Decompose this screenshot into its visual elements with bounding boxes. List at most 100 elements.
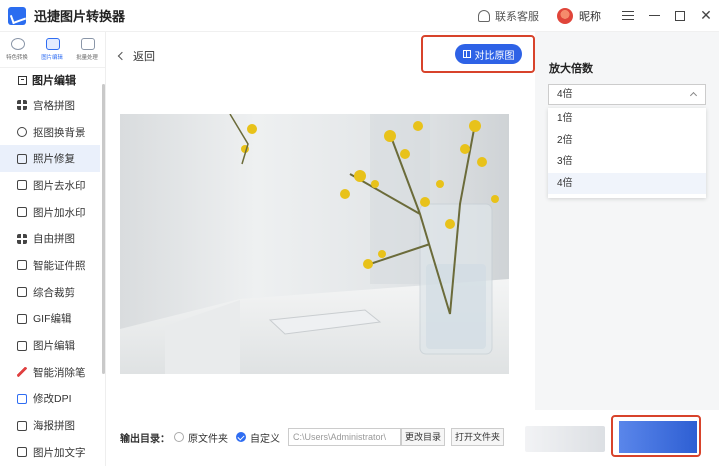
preview-photo <box>120 114 509 374</box>
sidebar-item-label: 图片加文字 <box>33 446 86 459</box>
compare-label: 对比原图 <box>474 50 515 62</box>
radio-custom-folder[interactable] <box>236 432 246 442</box>
sidebar-item-label: 宫格拼图 <box>33 99 75 112</box>
nickname-label[interactable]: 昵称 <box>579 8 601 24</box>
sidebar-item-eraser-pen[interactable]: 智能消除笔 <box>0 359 100 386</box>
edit-icon <box>17 340 27 351</box>
tab-label: 图片编辑 <box>41 55 64 61</box>
remove-watermark-icon <box>17 180 27 191</box>
option-original-folder[interactable]: 原文件夹 <box>188 430 228 445</box>
id-photo-icon <box>17 260 27 271</box>
scale-title: 放大倍数 <box>549 63 593 75</box>
sidebar-item-label: 智能消除笔 <box>33 366 86 379</box>
start-processing-button[interactable] <box>619 421 697 453</box>
sidebar-tabs: 特色转换 图片编辑 批量处理 <box>0 32 105 68</box>
sidebar-item-image-edit[interactable]: 图片编辑 <box>0 332 100 359</box>
sidebar-scrollbar[interactable] <box>102 84 105 374</box>
open-folder-button[interactable]: 打开文件夹 <box>451 428 505 446</box>
scale-option-3x[interactable]: 3倍 <box>548 151 706 173</box>
menu-button[interactable] <box>615 0 641 32</box>
sidebar-item-label: 修改DPI <box>33 393 72 406</box>
eraser-pen-icon <box>17 367 27 378</box>
tab-batch[interactable]: 批量处理 <box>70 32 105 67</box>
sidebar-item-id-photo[interactable]: 智能证件照 <box>0 252 100 279</box>
scale-selected-value: 4倍 <box>557 89 573 100</box>
crop-icon <box>17 287 27 298</box>
sidebar-item-photo-repair[interactable]: 照片修复 <box>0 145 100 173</box>
output-dir-label: 输出目录： <box>120 433 170 445</box>
radio-original-folder[interactable] <box>174 432 184 442</box>
sidebar-item-label: 图片去水印 <box>33 179 86 192</box>
compare-icon <box>462 50 471 58</box>
change-directory-button[interactable]: 更改目录 <box>401 428 446 446</box>
add-text-icon <box>17 447 27 458</box>
settings-panel: 放大倍数 4倍 1倍 2倍 3倍 4倍 <box>535 32 719 410</box>
sidebar-item-label: 海报拼图 <box>33 420 75 433</box>
collapse-icon <box>18 75 27 85</box>
sidebar-item-label: 智能证件照 <box>33 259 86 272</box>
tab-feature-convert[interactable]: 特色转换 <box>0 32 35 67</box>
grid-icon <box>17 100 27 111</box>
title-bar: 迅捷图片转换器 联系客服 昵称 ✕ <box>0 0 719 32</box>
headset-icon[interactable] <box>478 9 490 22</box>
section-image-edit[interactable]: 图片编辑 <box>0 68 105 92</box>
section-title: 图片编辑 <box>32 75 76 87</box>
gif-icon <box>17 313 27 324</box>
avatar[interactable] <box>557 7 573 24</box>
batch-icon <box>80 38 95 50</box>
sidebar-item-gif-edit[interactable]: GIF编辑 <box>0 306 100 333</box>
maximize-button[interactable] <box>667 0 693 32</box>
sidebar: 特色转换 图片编辑 批量处理 图片编辑 宫格拼图 抠图换背景 照片修复 图片去水… <box>0 32 106 466</box>
minimize-icon <box>648 15 660 16</box>
preview-image <box>120 114 509 374</box>
sidebar-item-remove-watermark[interactable]: 图片去水印 <box>0 172 100 199</box>
sidebar-item-free-collage[interactable]: 自由拼图 <box>0 225 100 252</box>
chevron-up-icon <box>689 91 698 100</box>
minimize-button[interactable] <box>641 0 667 32</box>
tab-label: 特色转换 <box>6 55 29 61</box>
tab-image-edit[interactable]: 图片编辑 <box>35 32 70 67</box>
sidebar-item-poster[interactable]: 海报拼图 <box>0 412 100 439</box>
scale-dropdown: 1倍 2倍 3倍 4倍 <box>548 108 706 198</box>
sidebar-item-add-watermark[interactable]: 图片加水印 <box>0 199 100 226</box>
poster-icon <box>17 420 27 431</box>
scale-option-4x[interactable]: 4倍 <box>548 172 706 194</box>
sidebar-item-label: 综合裁剪 <box>33 286 75 299</box>
sidebar-item-grid-collage[interactable]: 宫格拼图 <box>0 92 100 119</box>
swap-icon <box>10 38 25 50</box>
app-title: 迅捷图片转换器 <box>34 9 126 24</box>
close-button[interactable]: ✕ <box>693 0 719 32</box>
menu-icon <box>622 11 634 20</box>
back-button[interactable]: 返回 <box>117 48 155 64</box>
output-directory-row: 输出目录： 原文件夹 自定义 C:\Users\Administrator\ 更… <box>120 428 505 446</box>
collage-icon <box>17 233 27 244</box>
output-path-field[interactable]: C:\Users\Administrator\ <box>288 428 401 446</box>
sidebar-item-cutout[interactable]: 抠图换背景 <box>0 119 100 146</box>
repair-icon <box>17 153 27 164</box>
sidebar-item-crop[interactable]: 综合裁剪 <box>0 279 100 306</box>
sidebar-item-dpi[interactable]: 修改DPI <box>0 386 100 413</box>
main-content: 返回 对比原图 输出目录： 原文件夹 自定义 C:\Users\Administ… <box>106 32 535 466</box>
sidebar-item-label: 抠图换背景 <box>33 126 86 139</box>
close-icon: ✕ <box>700 7 712 23</box>
scale-option-2x[interactable]: 2倍 <box>548 130 706 152</box>
title-bar-actions: 联系客服 昵称 ✕ <box>478 0 719 32</box>
sidebar-item-label: 照片修复 <box>33 153 75 166</box>
option-custom-folder[interactable]: 自定义 <box>250 430 280 445</box>
chevron-left-icon <box>117 51 127 61</box>
image-edit-icon <box>45 38 60 50</box>
contact-service-link[interactable]: 联系客服 <box>495 8 539 24</box>
maximize-icon <box>675 10 685 21</box>
add-watermark-icon <box>17 207 27 218</box>
sidebar-item-label: 图片编辑 <box>33 340 75 353</box>
sidebar-item-add-text[interactable]: 图片加文字 <box>0 439 100 466</box>
sidebar-item-label: 图片加水印 <box>33 206 86 219</box>
cutout-icon <box>17 127 27 138</box>
sidebar-item-label: 自由拼图 <box>33 233 75 246</box>
scale-select[interactable]: 4倍 <box>548 84 706 105</box>
app-logo-icon <box>8 6 26 25</box>
secondary-action-button[interactable] <box>525 426 605 452</box>
sidebar-item-label: GIF编辑 <box>33 313 72 326</box>
compare-original-button[interactable]: 对比原图 <box>455 44 522 64</box>
scale-option-1x[interactable]: 1倍 <box>548 108 706 130</box>
